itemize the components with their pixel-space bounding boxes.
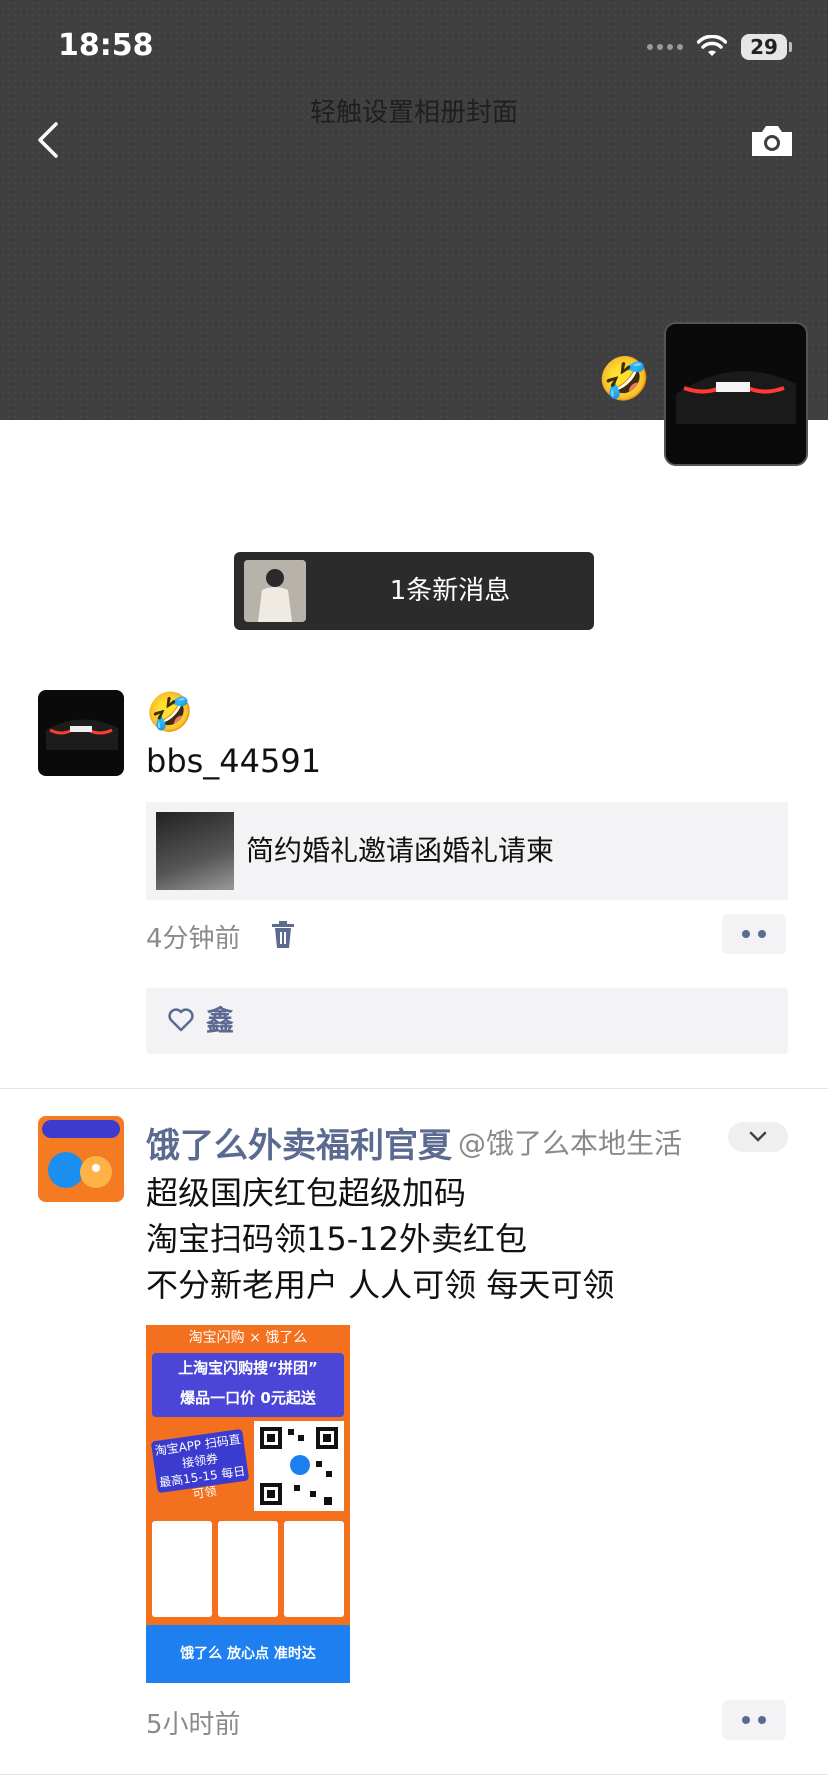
wifi-icon <box>697 35 727 56</box>
expand-button[interactable] <box>728 1122 788 1152</box>
signal-icon <box>647 44 683 50</box>
shared-link-title: 简约婚礼邀请函婚礼请柬 <box>246 834 555 867</box>
divider <box>0 1088 828 1089</box>
status-icons: 29 <box>647 34 792 60</box>
post-time: 4分钟前 <box>146 924 241 954</box>
post-text-line: 淘宝扫码领15-12外卖红包 <box>146 1220 527 1258</box>
back-icon[interactable] <box>28 118 68 162</box>
shared-link-thumbnail <box>156 812 234 890</box>
post-text-line: 不分新老用户 人人可领 每天可领 <box>146 1266 615 1304</box>
post-text: 超级国庆红包超级加码 淘宝扫码领15-12外卖红包 不分新老用户 人人可领 每天… <box>146 1170 614 1308</box>
owner-emoji: 🤣 <box>598 354 651 403</box>
likes-area: 鑫 <box>146 988 788 1054</box>
post-avatar[interactable] <box>38 1116 124 1202</box>
post-time: 5小时前 <box>146 1710 241 1740</box>
cover-hint[interactable]: 轻触设置相册封面 <box>0 92 828 129</box>
account-name[interactable]: 饿了么外卖福利官夏 <box>146 1118 452 1167</box>
car-taillight-image <box>666 324 806 464</box>
like-user[interactable]: 鑫 <box>206 988 234 1054</box>
promo-cards <box>152 1521 344 1617</box>
shared-link-card[interactable]: 简约婚礼邀请函婚礼请柬 <box>146 802 788 900</box>
more-button[interactable] <box>722 914 786 954</box>
post-image[interactable]: 淘宝闪购 × 饿了么 上淘宝闪购搜“拼团” 爆品一口价 0元起送 淘宝APP 扫… <box>146 1325 350 1683</box>
banner-avatar <box>244 560 306 622</box>
promo-headline: 上淘宝闪购搜“拼团” 爆品一口价 0元起送 <box>152 1353 344 1417</box>
account-handle[interactable]: @饿了么本地生活 <box>458 1122 682 1162</box>
new-message-label: 1条新消息 <box>389 576 511 606</box>
promo-footer: 饿了么 放心点 准时达 <box>146 1625 350 1683</box>
qr-code <box>254 1421 344 1511</box>
divider <box>0 1774 828 1775</box>
heart-icon <box>168 1008 194 1032</box>
camera-icon[interactable] <box>748 122 796 160</box>
promo-badge: 淘宝APP 扫码直接领券 最高15-15 每日可领 <box>150 1428 250 1501</box>
owner-avatar[interactable] <box>664 322 808 466</box>
status-time: 18:58 <box>58 28 154 63</box>
new-message-banner[interactable]: 1条新消息 <box>234 552 594 630</box>
username[interactable]: bbs_44591 <box>146 742 321 780</box>
promo-top: 淘宝闪购 × 饿了么 <box>146 1325 350 1351</box>
name-emoji: 🤣 <box>146 690 194 734</box>
chevron-down-icon <box>749 1131 767 1142</box>
post-text-line: 超级国庆红包超级加码 <box>146 1174 467 1212</box>
battery-tip <box>789 42 792 52</box>
delete-icon[interactable] <box>270 920 296 950</box>
post-avatar[interactable] <box>38 690 124 776</box>
more-button[interactable] <box>722 1700 786 1740</box>
battery-icon: 29 <box>741 34 787 60</box>
